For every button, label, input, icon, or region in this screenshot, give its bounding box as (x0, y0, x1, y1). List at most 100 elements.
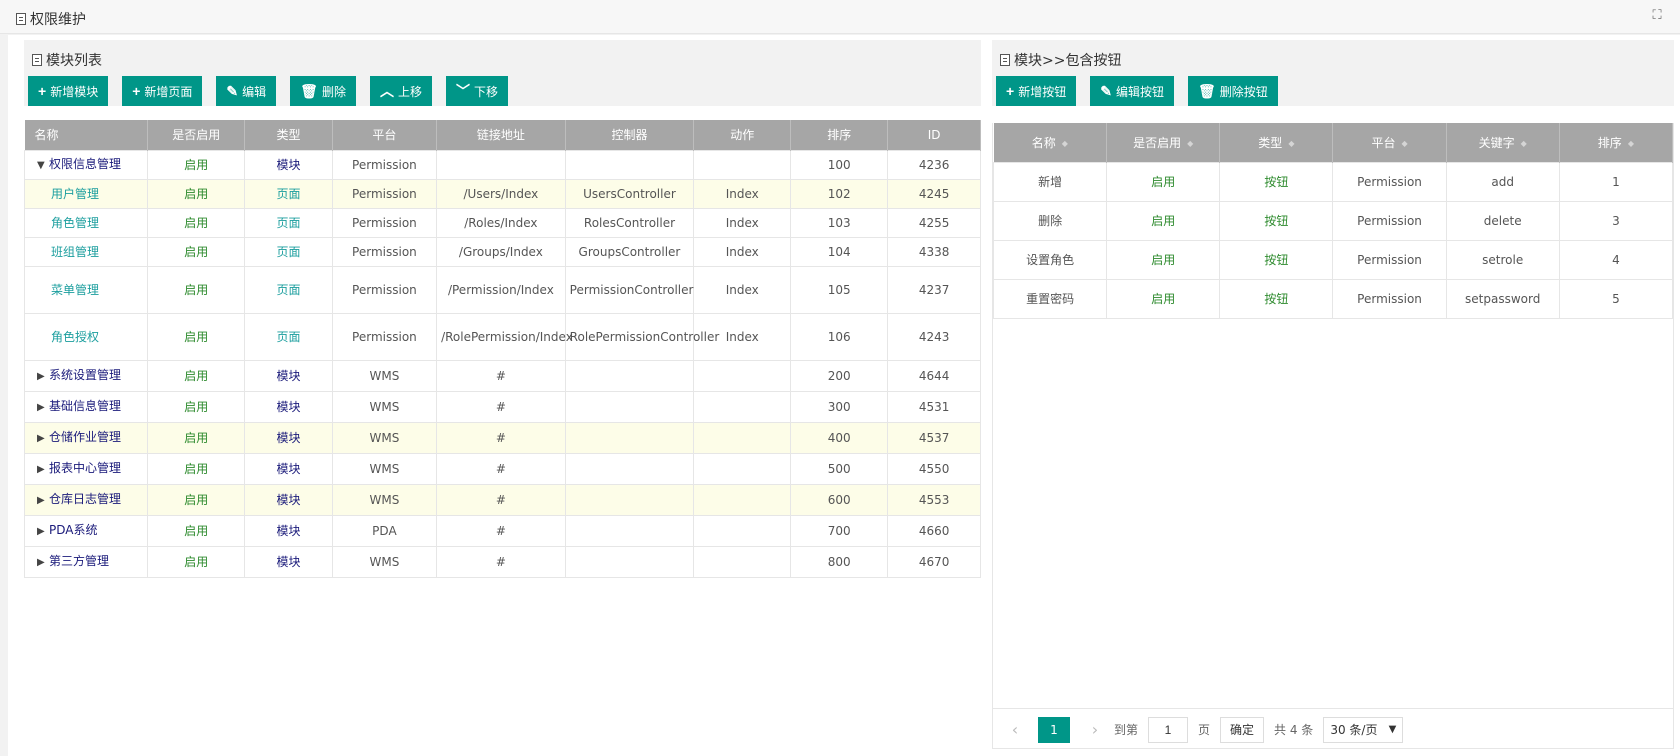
caret-right-icon[interactable]: ▶ (37, 367, 49, 387)
column-header[interactable]: 平台 (332, 120, 438, 150)
module-toolbar-button-2[interactable]: ✎ 编辑 (216, 76, 277, 106)
name-cell[interactable]: ▶ 报表中心管理 (23, 452, 149, 485)
column-header[interactable]: 关键字 ◆ (1446, 123, 1560, 162)
table-row[interactable]: 菜单管理 启用 页面 Permission/Permission/Index Permi… (23, 265, 981, 314)
sort-icon[interactable]: ◆ (1288, 139, 1294, 148)
id-cell: 4245 (887, 178, 981, 209)
caret-down-icon[interactable]: ▼ (37, 156, 49, 176)
module-toolbar-button-5[interactable]: ﹀ 下移 (445, 76, 508, 106)
table-row[interactable]: ▶ 报表中心管理 启用 模块 WMS #500 4550 (23, 452, 981, 485)
expand-icon[interactable]: ⛶ (1650, 9, 1664, 23)
sort-icon[interactable]: ◆ (1521, 139, 1527, 148)
enabled-cell: 启用 (147, 207, 246, 238)
module-toolbar-button-label: 新增页面 (144, 84, 193, 99)
type-cell: 按钮 (1219, 278, 1334, 319)
name-cell[interactable]: ▶ 仓库日志管理 (23, 483, 149, 516)
page-title: 权限维护 (16, 9, 86, 29)
table-row[interactable]: 角色授权 启用 页面 Permission/RolePermission/Index R… (23, 312, 981, 361)
column-header[interactable]: 是否启用 (147, 120, 246, 150)
table-row[interactable]: ▶ 系统设置管理 启用 模块 WMS #200 4644 (23, 359, 981, 392)
name-cell[interactable]: 用户管理 (23, 178, 149, 209)
enabled-cell: 启用 (147, 545, 246, 578)
table-row[interactable]: ▶ PDA系统 启用 模块 PDA #700 4660 (23, 514, 981, 547)
name-cell[interactable]: ▶ 第三方管理 (23, 545, 149, 578)
name-cell[interactable]: 菜单管理 (23, 265, 149, 314)
name-cell[interactable]: ▶ 基础信息管理 (23, 390, 149, 423)
table-row[interactable]: 重置密码 启用 按钮 Permission setpassword 5 (992, 278, 1674, 319)
table-row[interactable]: 设置角色 启用 按钮 Permission setrole 4 (992, 239, 1674, 280)
enabled-cell: 启用 (147, 421, 246, 454)
column-header[interactable]: 名称 ◆ (993, 123, 1108, 162)
column-header[interactable]: 名称 (24, 120, 149, 150)
column-header[interactable]: 类型 ◆ (1219, 123, 1334, 162)
page-size-select[interactable]: 30 条/页 ▼ (1323, 716, 1404, 743)
button-toolbar-button-1[interactable]: ✎ 编辑按钮 (1090, 76, 1174, 106)
module-list-panel: 模块列表 + 新增模块 + 新增页面 ✎ 编辑 🗑 删除 ︿ 上移 ﹀ 下移 名称 是否启用 类型 平台 链接… (23, 40, 981, 612)
table-row[interactable]: 班组管理 启用 页面 Permission/Groups/Index GroupsCon… (23, 236, 981, 267)
type-cell: 模块 (244, 421, 333, 454)
id-cell: 4237 (887, 265, 981, 314)
sort-cell: 3 (1558, 200, 1674, 241)
table-row[interactable]: 新增 启用 按钮 Permission add 1 (992, 161, 1674, 202)
module-toolbar-button-1[interactable]: + 新增页面 (122, 76, 203, 106)
table-row[interactable]: 删除 启用 按钮 Permission delete 3 (992, 200, 1674, 241)
url-cell: /RolePermission/Index (436, 312, 573, 361)
module-name: 仓库日志管理 (49, 491, 122, 506)
column-header-label: 名称 (1031, 135, 1056, 150)
column-header[interactable]: 是否启用 ◆ (1106, 123, 1221, 162)
name-cell: 删除 (992, 200, 1108, 241)
name-cell[interactable]: 角色授权 (23, 312, 149, 361)
name-cell[interactable]: 角色管理 (23, 207, 149, 238)
table-row[interactable]: 角色管理 启用 页面 Permission/Roles/Index RolesContr… (23, 207, 981, 238)
column-header[interactable]: 平台 ◆ (1332, 123, 1447, 162)
table-row[interactable]: 用户管理 启用 页面 Permission/Users/Index UsersContr… (23, 178, 981, 209)
sort-icon[interactable]: ◆ (1628, 139, 1634, 148)
caret-right-icon[interactable]: ▶ (37, 522, 49, 542)
document-icon (32, 54, 42, 66)
module-toolbar-button-0[interactable]: + 新增模块 (28, 76, 109, 106)
column-header[interactable]: 动作 (693, 120, 792, 150)
name-cell[interactable]: 班组管理 (23, 236, 149, 267)
sort-icon[interactable]: ◆ (1187, 139, 1193, 148)
sort-icon[interactable]: ◆ (1062, 139, 1068, 148)
button-toolbar-button-2[interactable]: 🗑 删除按钮 (1187, 76, 1278, 106)
toolbar-icon: ﹀ (455, 83, 470, 99)
column-header[interactable]: 控制器 (565, 120, 695, 150)
column-header[interactable]: 排序 ◆ (1559, 123, 1674, 162)
current-page-button[interactable]: 1 (1038, 716, 1070, 743)
column-header[interactable]: ID (887, 120, 981, 150)
button-toolbar-button-0[interactable]: + 新增按钮 (996, 76, 1077, 106)
caret-right-icon[interactable]: ▶ (37, 553, 49, 573)
table-row[interactable]: ▶ 基础信息管理 启用 模块 WMS #300 4531 (23, 390, 981, 423)
sort-cell: 105 (790, 265, 889, 314)
name-cell[interactable]: ▶ 仓储作业管理 (23, 421, 149, 454)
column-header[interactable]: 排序 (790, 120, 889, 150)
id-cell: 4644 (887, 359, 981, 392)
caret-right-icon[interactable]: ▶ (37, 460, 49, 480)
sort-cell: 103 (790, 207, 889, 238)
module-name: 第三方管理 (49, 553, 110, 568)
table-row[interactable]: ▶ 第三方管理 启用 模块 WMS #800 4670 (23, 545, 981, 578)
column-header[interactable]: 类型 (244, 120, 333, 150)
caret-right-icon[interactable]: ▶ (37, 429, 49, 449)
prev-page-icon[interactable]: ‹ (1004, 720, 1026, 739)
goto-page-input[interactable] (1148, 716, 1189, 743)
goto-confirm-button[interactable]: 确定 (1220, 716, 1265, 743)
platform-cell: WMS (331, 545, 438, 578)
module-toolbar-button-3[interactable]: 🗑 删除 (290, 76, 356, 106)
caret-right-icon[interactable]: ▶ (37, 491, 49, 511)
type-cell: 模块 (244, 483, 333, 516)
module-toolbar-button-4[interactable]: ︿ 上移 (369, 76, 432, 106)
url-cell: # (436, 452, 566, 485)
name-cell[interactable]: ▶ 系统设置管理 (23, 359, 149, 392)
controller-cell (564, 452, 695, 485)
sort-icon[interactable]: ◆ (1401, 139, 1407, 148)
name-cell[interactable]: ▼ 权限信息管理 (23, 149, 149, 180)
name-cell[interactable]: ▶ PDA系统 (23, 514, 149, 547)
table-row[interactable]: ▼ 权限信息管理 启用 模块 Permission 100 4236 (23, 149, 981, 180)
table-row[interactable]: ▶ 仓储作业管理 启用 模块 WMS #400 4537 (23, 421, 981, 454)
table-row[interactable]: ▶ 仓库日志管理 启用 模块 WMS #600 4553 (23, 483, 981, 516)
caret-right-icon[interactable]: ▶ (37, 398, 49, 418)
next-page-icon[interactable]: › (1084, 720, 1106, 739)
column-header[interactable]: 链接地址 (436, 120, 566, 150)
